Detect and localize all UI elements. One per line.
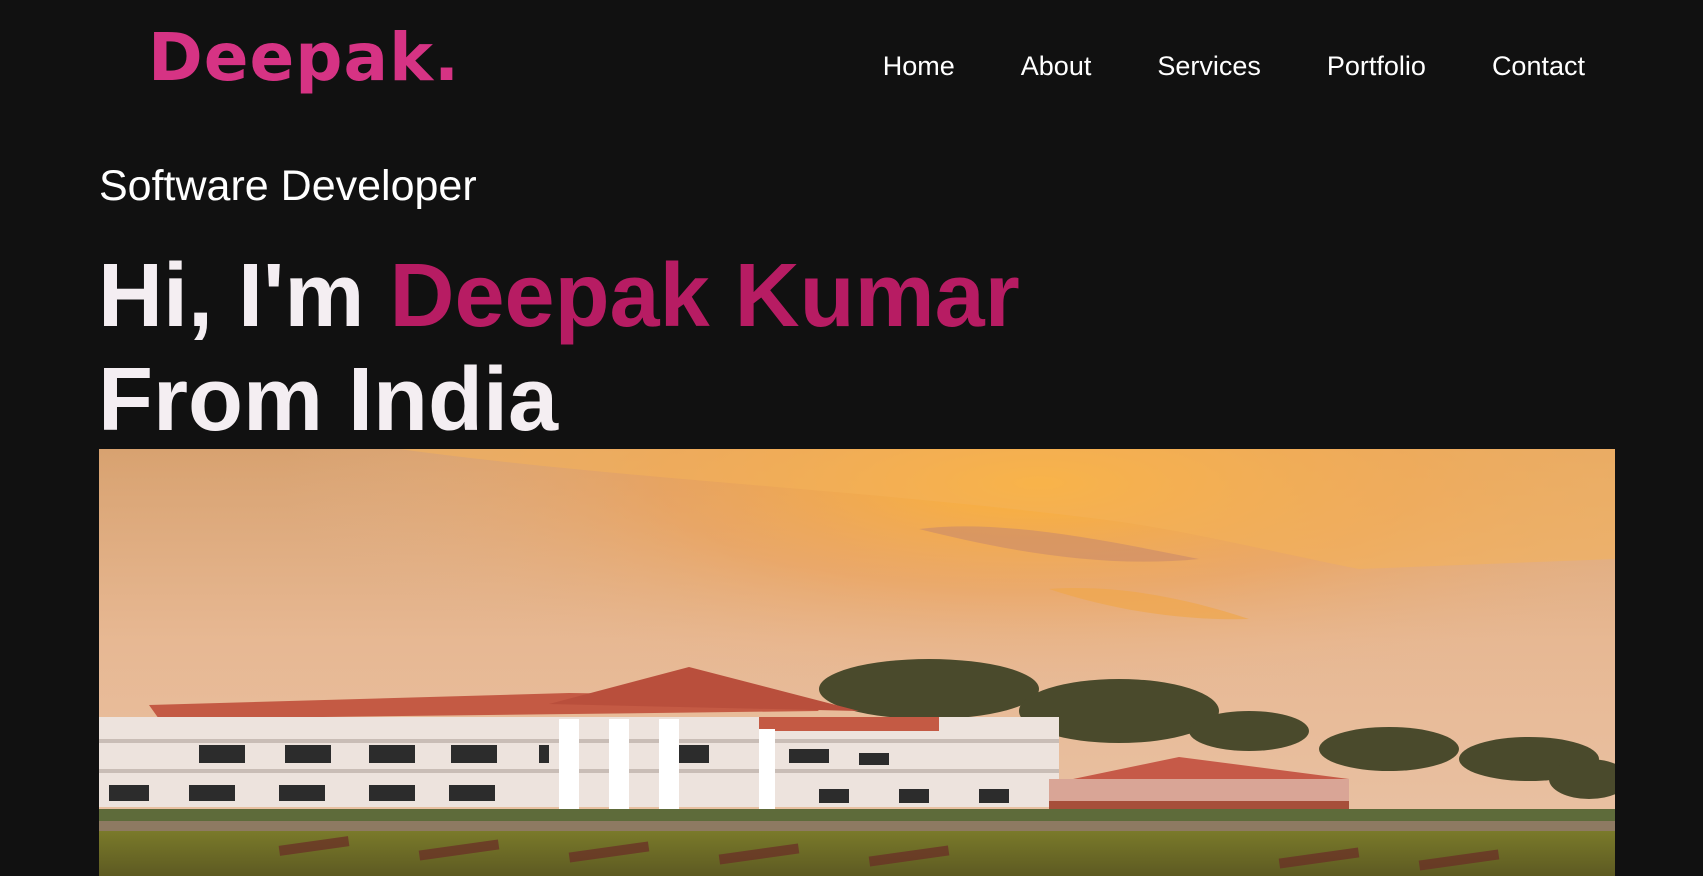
hero-headline: Hi, I'm Deepak Kumar From India <box>98 244 1020 452</box>
nav-about[interactable]: About <box>1021 46 1092 86</box>
hero-image <box>99 449 1615 876</box>
main-nav: Home About Services Portfolio Contact <box>883 46 1585 86</box>
campus-photo <box>99 449 1615 876</box>
logo[interactable]: Deepak. <box>148 18 460 98</box>
hero-name: Deepak Kumar <box>389 246 1020 346</box>
hero-origin: From India <box>98 350 559 450</box>
nav-contact[interactable]: Contact <box>1492 46 1585 86</box>
nav-home[interactable]: Home <box>883 46 955 86</box>
hero-greeting: Hi, I'm <box>98 246 365 346</box>
hero-role: Software Developer <box>99 162 477 210</box>
page: Deepak. Home About Services Portfolio Co… <box>0 0 1703 876</box>
nav-services[interactable]: Services <box>1157 46 1261 86</box>
nav-portfolio[interactable]: Portfolio <box>1327 46 1426 86</box>
